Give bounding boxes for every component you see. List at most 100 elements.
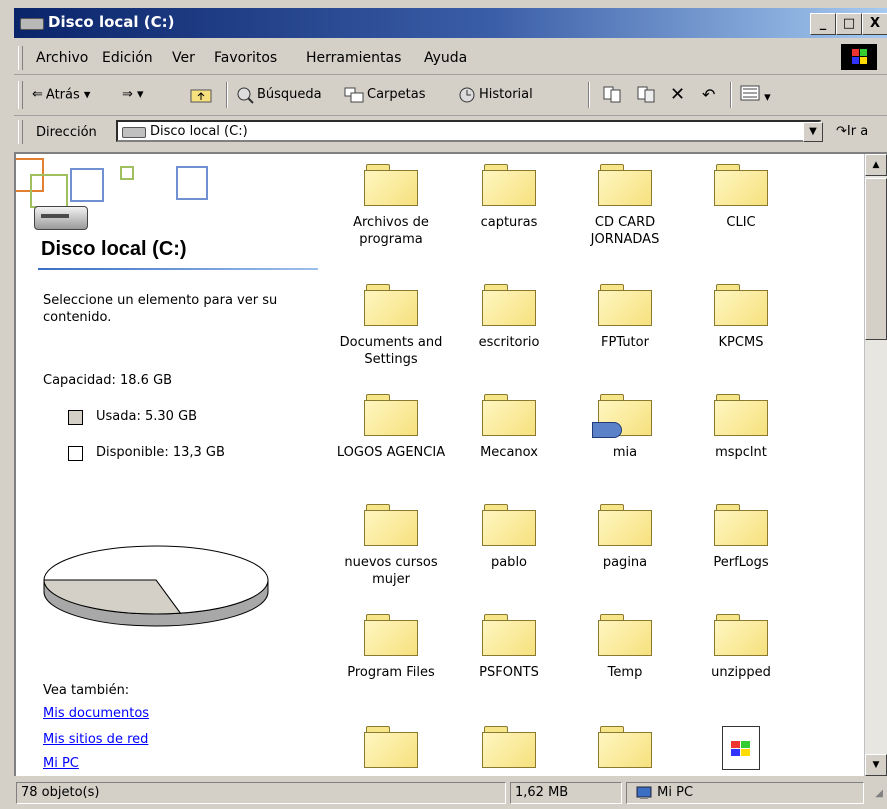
views-button[interactable]: ▾ [740,85,771,105]
search-label: Búsqueda [257,87,322,102]
folder-item[interactable]: escritorio [454,278,564,351]
folder-item[interactable]: mspclnt [686,388,796,461]
folder-icon [364,614,418,656]
folder-icon [714,284,768,326]
folder-item[interactable]: PerfLogs [686,498,796,571]
folder-item[interactable]: KPCMS [686,278,796,351]
folder-item[interactable]: pablo [454,498,564,571]
menu-edicion[interactable]: Edición [102,50,153,66]
link-my-documents[interactable]: Mis documentos [43,706,149,721]
back-button[interactable]: ⇐ Atrás ▾ [32,85,90,105]
minimize-button[interactable]: _ [810,13,836,35]
delete-icon: ✕ [670,84,686,105]
explorer-window: Disco local (C:) _ □ X Archivo Edición V… [0,0,887,809]
forward-button[interactable]: ⇒ ▾ [122,85,144,105]
folder-item[interactable] [454,720,564,776]
drive-icon [20,18,44,30]
undo-button[interactable]: ↶ [702,85,715,105]
folder-icon [482,614,536,656]
folder-item[interactable]: PSFONTS [454,608,564,681]
folder-item[interactable]: CD CARD JORNADAS [570,158,680,248]
folder-label: CD CARD JORNADAS [590,215,660,247]
delete-button[interactable]: ✕ [670,85,685,105]
menu-grip[interactable] [18,46,23,70]
folder-item[interactable] [686,720,796,776]
my-computer-icon [636,786,652,799]
back-label: Atrás [45,87,80,103]
menu-favoritos[interactable]: Favoritos [214,50,277,66]
folder-icon [714,394,768,436]
folder-item[interactable]: FPTutor [570,278,680,351]
maximize-button[interactable]: □ [836,13,862,35]
folder-item[interactable]: pagina [570,498,680,571]
windows-logo-icon [841,44,877,70]
folder-icon [598,726,652,768]
go-button[interactable]: ↷Ir a [836,124,868,139]
folder-item[interactable]: Program Files [336,608,446,681]
folder-label: pagina [602,555,648,570]
move-to-button[interactable] [602,85,622,105]
scroll-down-button[interactable]: ▼ [865,754,887,776]
folder-label: mspclnt [715,445,767,460]
search-icon [237,87,254,104]
folder-item[interactable]: CLIC [686,158,796,231]
folder-label: mia [612,445,638,460]
address-input[interactable]: Disco local (C:) [116,120,821,142]
close-button[interactable]: X [862,13,887,35]
resize-grip[interactable]: ◢ [875,788,883,799]
folder-item[interactable] [570,720,680,776]
folder-item[interactable] [336,720,446,776]
history-button[interactable]: Historial [458,85,533,105]
folder-label: Mecanox [480,445,538,460]
scroll-thumb[interactable] [865,178,887,340]
folder-label: KPCMS [718,335,764,350]
menu-ver[interactable]: Ver [172,50,195,66]
menu-bar: Archivo Edición Ver Favoritos Herramient… [14,40,887,75]
address-dropdown-button[interactable]: ▼ [803,122,823,142]
menu-ayuda[interactable]: Ayuda [424,50,467,66]
folder-icon [364,726,418,768]
folders-icon [344,87,364,102]
folder-item[interactable]: unzipped [686,608,796,681]
folders-button[interactable]: Carpetas [344,85,425,105]
toolbar-grip[interactable] [18,81,23,109]
folder-item[interactable]: Documents and Settings [336,278,446,368]
used-legend-swatch [68,410,83,425]
address-bar: Dirección Disco local (C:) ▼ ↷Ir a [14,116,887,148]
status-size: 1,62 MB [510,782,622,804]
views-icon [740,85,760,101]
hard-drive-icon [34,206,88,230]
up-folder-button[interactable] [190,85,215,105]
folder-item[interactable]: Temp [570,608,680,681]
scroll-up-button[interactable]: ▲ [865,154,887,176]
vertical-scrollbar[interactable]: ▲ ▼ [864,154,887,776]
link-my-computer[interactable]: Mi PC [43,756,79,771]
address-label: Dirección [36,125,97,140]
up-folder-icon [190,89,212,102]
folder-item[interactable]: Mecanox [454,388,564,461]
title-bar[interactable]: Disco local (C:) _ □ X [14,8,887,38]
move-to-icon [603,86,621,103]
menu-archivo[interactable]: Archivo [36,50,88,66]
folder-item[interactable]: nuevos cursos mujer [336,498,446,588]
folder-label: FPTutor [601,335,649,350]
folder-label: pablo [490,555,528,570]
standard-toolbar: ⇐ Atrás ▾ ⇒ ▾ Búsqueda Carpetas Historial… [14,75,887,116]
folder-item[interactable]: LOGOS AGENCIA [336,388,446,461]
folder-item[interactable]: mia [570,388,680,461]
folder-item[interactable]: capturas [454,158,564,231]
folder-icon [598,614,652,656]
address-grip[interactable] [18,120,23,144]
status-location: Mi PC [626,782,864,804]
drive-icon [122,127,146,138]
folder-item[interactable]: Archivos de programa [336,158,446,248]
undo-icon: ↶ [702,85,716,104]
decorative-frame [120,166,134,180]
link-my-network-places[interactable]: Mis sitios de red [43,732,148,747]
folder-icon [482,394,536,436]
search-button[interactable]: Búsqueda [236,85,322,105]
copy-to-button[interactable] [636,85,656,105]
info-panel: Disco local (C:) Seleccione un elemento … [16,154,336,776]
folder-icon [598,504,652,546]
menu-herramientas[interactable]: Herramientas [306,50,401,66]
